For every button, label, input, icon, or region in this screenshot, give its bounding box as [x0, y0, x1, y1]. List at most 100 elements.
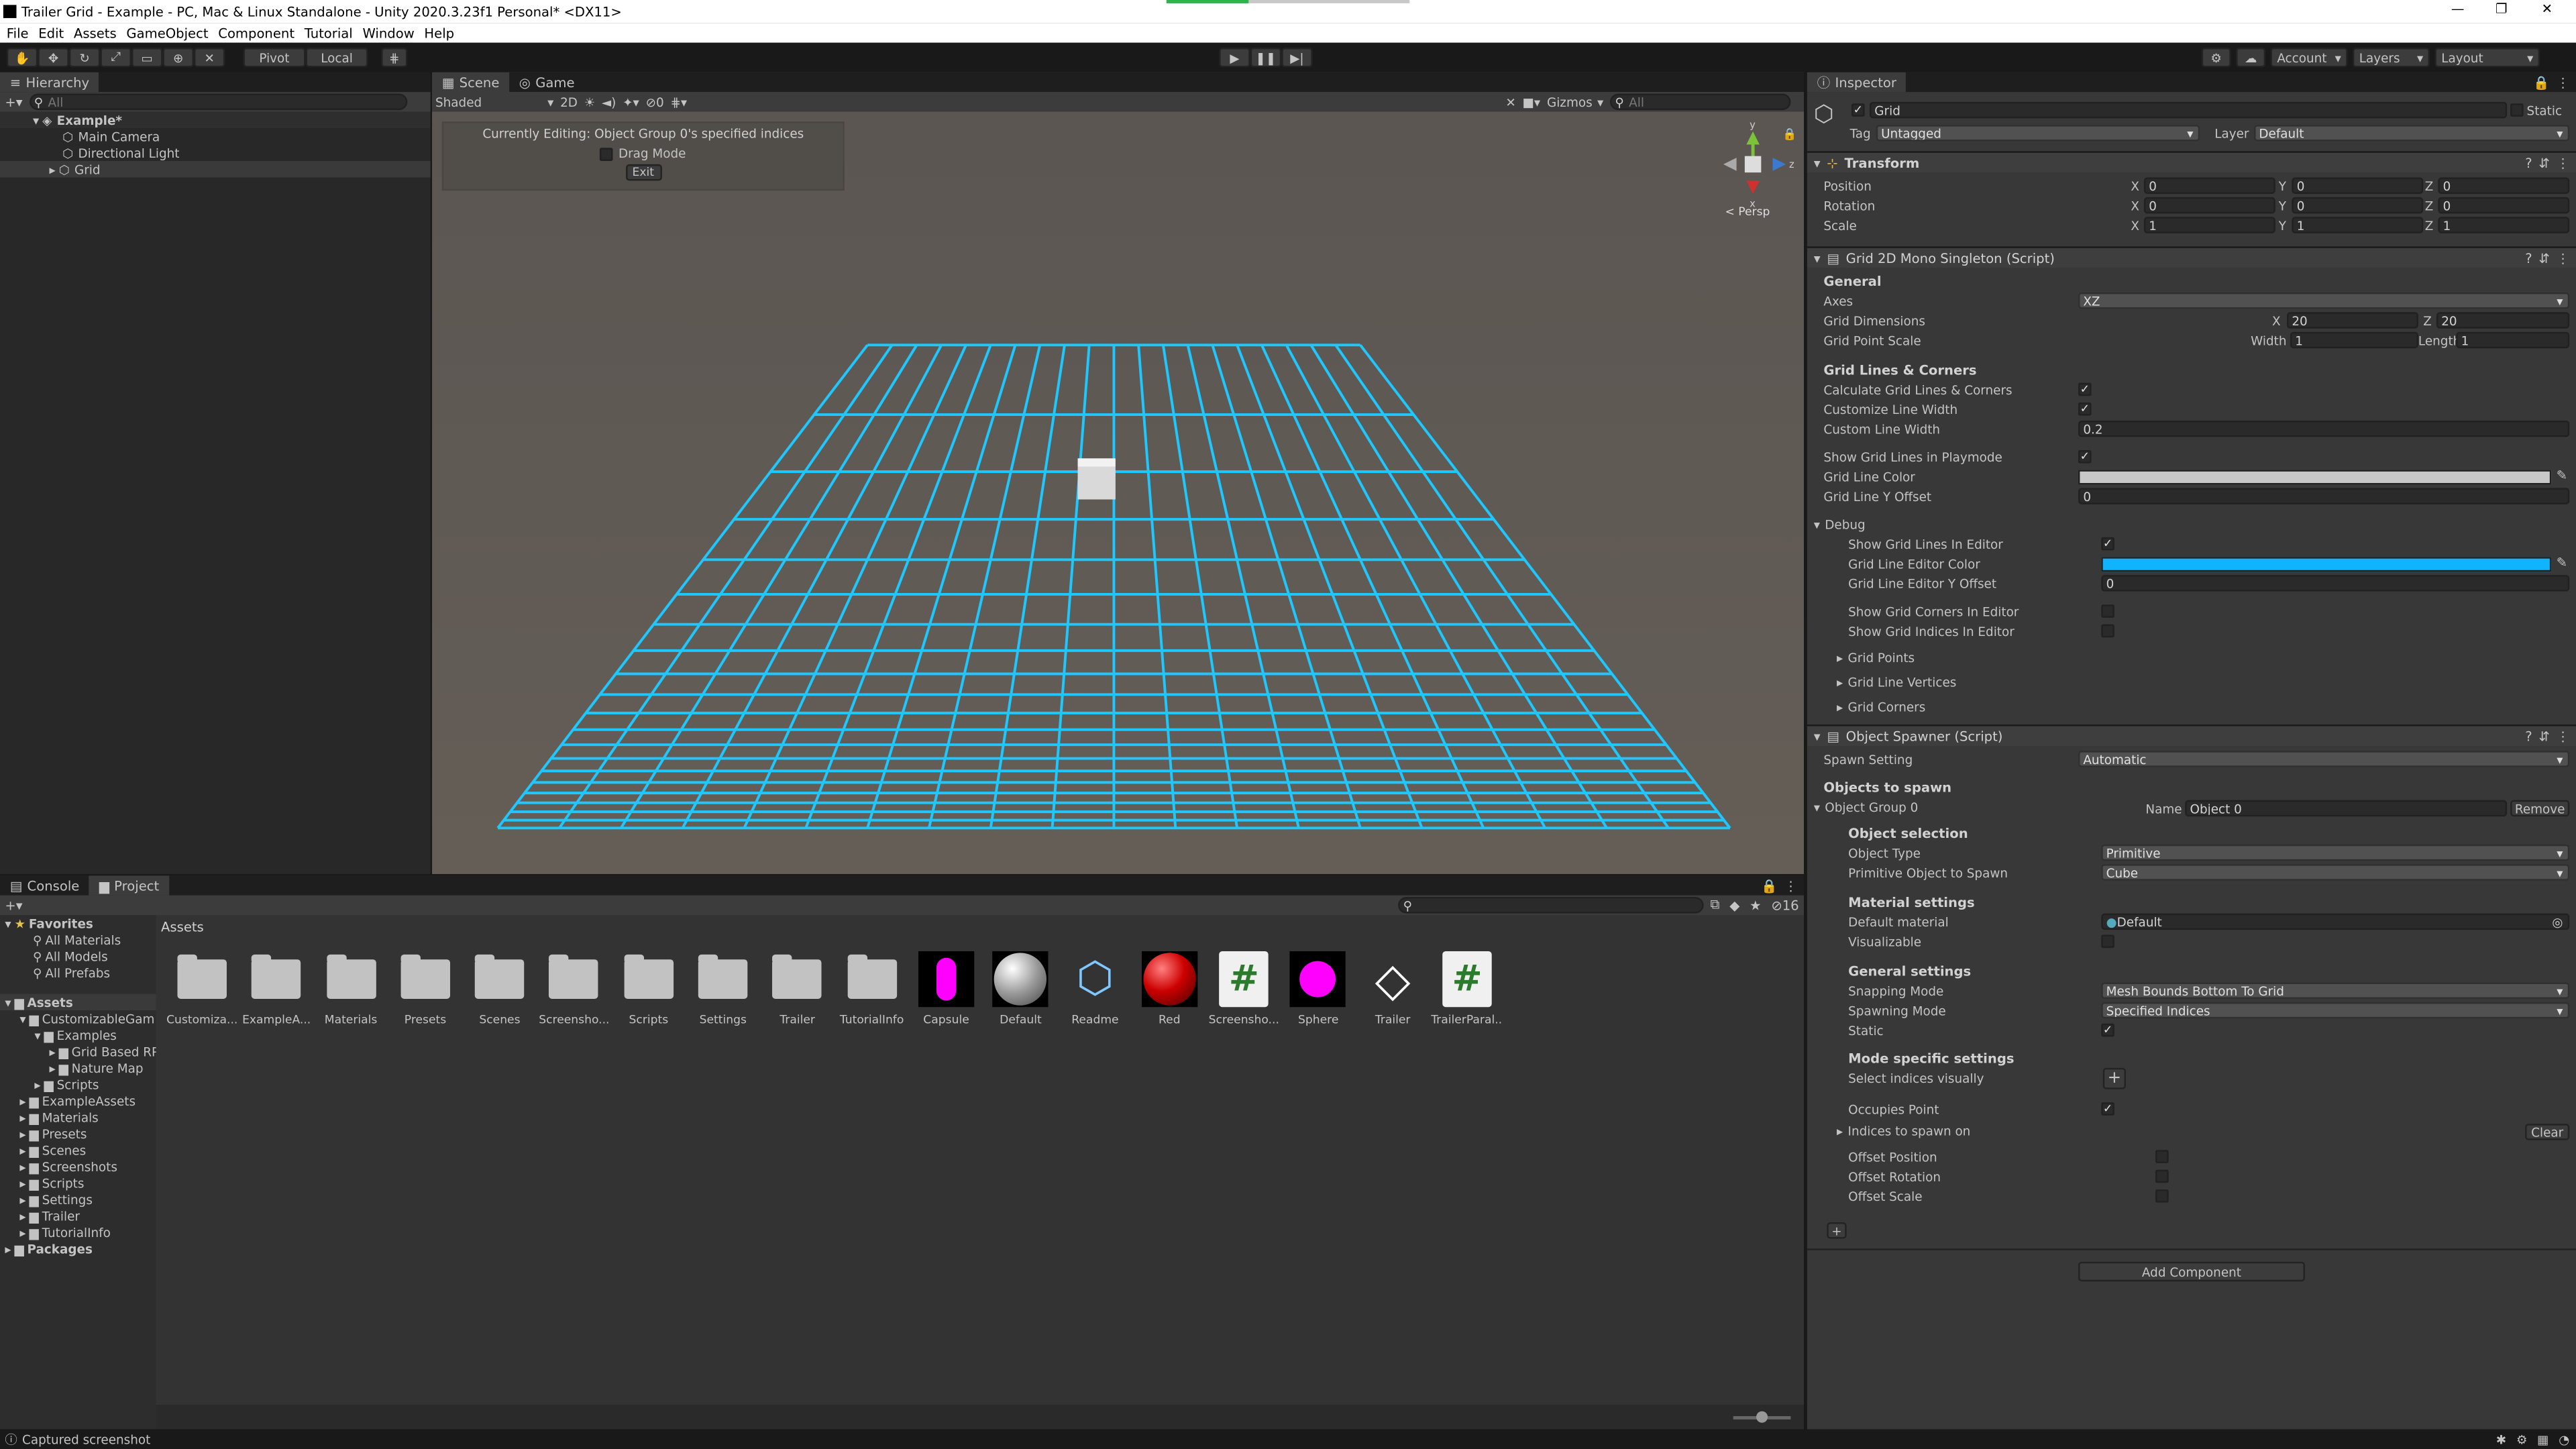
shading-dropdown[interactable]: Shaded ▾ — [435, 95, 553, 109]
tree-item[interactable]: ▸ ▆ TutorialInfo — [0, 1224, 156, 1240]
minimize-icon[interactable]: — — [2451, 1, 2465, 16]
asset-item[interactable]: Settings — [687, 951, 759, 1027]
asset-item[interactable]: Materials — [315, 951, 387, 1027]
pause-button[interactable]: ❚❚ — [1250, 48, 1282, 68]
asset-item[interactable]: Scripts — [612, 951, 685, 1027]
editor-color-swatch[interactable] — [2101, 557, 2552, 572]
eyedropper-icon[interactable]: ✎ — [2557, 468, 2567, 483]
scene-orientation-gizmo[interactable]: y z x 🔒 — [1717, 121, 1799, 213]
static-setting-checkbox[interactable]: ✓ — [2101, 1023, 2114, 1037]
hierarchy-item-grid[interactable]: ▸ ⬡ Grid — [0, 161, 431, 178]
menu-tutorial[interactable]: Tutorial — [305, 25, 353, 40]
favorite-item[interactable]: ⚲ All Prefabs — [0, 965, 156, 981]
network-icon[interactable]: ▦ — [2537, 1432, 2548, 1446]
menu-gameobject[interactable]: GameObject — [126, 25, 208, 40]
tree-item[interactable]: ▸ ▆ Scenes — [0, 1142, 156, 1158]
spawn-setting-dropdown[interactable]: Automatic ▾ — [2078, 751, 2570, 767]
eyedropper-icon[interactable]: ✎ — [2557, 555, 2567, 570]
transform-tool-icon[interactable]: ⊕ — [162, 48, 194, 68]
favorite-icon[interactable]: ★ — [1750, 898, 1762, 912]
preset-icon[interactable]: ⇵ — [2538, 729, 2549, 743]
object-type-dropdown[interactable]: Primitive ▾ — [2101, 844, 2570, 861]
custom-tool-icon[interactable]: ✕ — [193, 48, 225, 68]
search-by-label-icon[interactable]: ◆ — [1729, 898, 1739, 912]
menu-window[interactable]: Window — [362, 25, 414, 40]
assets-root-row[interactable]: ▾ ▆ Assets — [0, 994, 156, 1011]
select-visually-button[interactable]: + — [2102, 1067, 2127, 1089]
asset-item[interactable]: TutorialInfo — [836, 951, 908, 1027]
remove-button[interactable]: Remove — [2510, 800, 2570, 817]
asset-item[interactable]: ◇ Trailer — [1356, 951, 1429, 1026]
add-icon[interactable]: +▾ — [5, 95, 22, 109]
tree-item[interactable]: ▾ ▆ Examples — [0, 1027, 156, 1043]
scene-row[interactable]: ▾ ◈ Example* — [0, 111, 431, 129]
asset-item[interactable]: Default — [985, 951, 1057, 1027]
indices-foldout[interactable]: ▸ Indices to spawn on — [1837, 1124, 1970, 1138]
cloud-icon[interactable]: ☁ — [2236, 48, 2266, 68]
persp-label[interactable]: < Persp — [1725, 205, 1770, 219]
more-icon[interactable]: ⋮ — [1784, 878, 1798, 893]
tree-item[interactable]: ▸ ▆ Grid Based RP — [0, 1043, 156, 1059]
icon-size-slider[interactable] — [1733, 1411, 1791, 1423]
move-tool-icon[interactable]: ✥ — [38, 48, 69, 68]
tree-item[interactable]: ▸ ▆ Nature Map — [0, 1060, 156, 1076]
effects-icon[interactable]: ✦▾ — [623, 95, 639, 109]
hidden-packages-icon[interactable]: ⊘ — [1771, 898, 1782, 912]
spawner-header[interactable]: ▾ ▤ Object Spawner (Script)? ⇵ ⋮ — [1807, 724, 2576, 746]
menu-edit[interactable]: Edit — [38, 25, 64, 40]
favorites-row[interactable]: ▾ ★ Favorites — [0, 915, 156, 931]
calculate-lines-checkbox[interactable]: ✓ — [2078, 382, 2092, 396]
step-button[interactable]: ▶| — [1281, 48, 1313, 68]
assets-breadcrumb[interactable]: Assets — [161, 920, 204, 934]
layer-dropdown[interactable]: Default ▾ — [2254, 125, 2570, 142]
pivot-button[interactable]: Pivot — [243, 48, 306, 68]
custom-width-field[interactable]: 0.2 — [2078, 420, 2570, 437]
collab-icon[interactable]: ⚙ — [2201, 48, 2231, 68]
transform-z-field[interactable]: 0 — [2438, 177, 2570, 194]
hand-tool-icon[interactable]: ✋ — [6, 48, 38, 68]
scene-search-input[interactable]: ⚲ All — [1610, 93, 1791, 111]
object-picker-icon[interactable]: ◎ — [2552, 915, 2563, 928]
hierarchy-search-input[interactable]: ⚲ All — [29, 93, 407, 111]
local-button[interactable]: Local — [305, 48, 368, 68]
grid-snap-icon[interactable]: ⋕ — [381, 48, 408, 68]
transform-y-field[interactable]: 0 — [2292, 177, 2424, 194]
tab-hierarchy[interactable]: ≡ Hierarchy — [0, 72, 99, 93]
help-icon[interactable]: ? — [2525, 729, 2532, 743]
help-icon[interactable]: ? — [2525, 250, 2532, 265]
show-indices-checkbox[interactable] — [2101, 624, 2114, 638]
toggle-2d-button[interactable]: 2D — [560, 95, 578, 109]
drag-mode-checkbox[interactable] — [600, 147, 614, 160]
spawning-mode-dropdown[interactable]: Specified Indices ▾ — [2101, 1002, 2570, 1019]
asset-item[interactable]: Scenes — [464, 951, 536, 1027]
offset-position-checkbox[interactable] — [2155, 1150, 2169, 1163]
scene-viewport[interactable] — [432, 111, 1805, 874]
play-button[interactable]: ▶ — [1219, 48, 1250, 68]
tab-console[interactable]: ▤ Console — [0, 875, 89, 895]
grid-toggle-icon[interactable]: ⋕▾ — [670, 95, 687, 109]
object-name-field[interactable]: Grid — [1869, 101, 2508, 119]
add-component-button[interactable]: Add Component — [2078, 1261, 2305, 1282]
tab-project[interactable]: ▆ Project — [89, 875, 169, 896]
asset-item[interactable]: Screensho... — [538, 951, 610, 1027]
dim-z-field[interactable]: 20 — [2436, 312, 2570, 329]
asset-item[interactable]: # TrailerParal... — [1431, 951, 1503, 1027]
audio-icon[interactable]: ◄) — [602, 95, 616, 109]
transform-x-field[interactable]: 0 — [2143, 197, 2275, 214]
show-editor-checkbox[interactable]: ✓ — [2101, 537, 2114, 551]
project-search-input[interactable]: ⚲ — [1398, 897, 1704, 914]
more-icon[interactable]: ⋮ — [2557, 155, 2570, 170]
more-icon[interactable]: ⋮ — [2557, 74, 2570, 89]
asset-item[interactable]: ExampleA... — [240, 951, 313, 1027]
asset-item[interactable]: # Screensho... — [1208, 951, 1280, 1027]
line-color-swatch[interactable] — [2078, 470, 2552, 485]
more-icon[interactable]: ⋮ — [2557, 250, 2570, 265]
favorite-item[interactable]: ⚲ All Models — [0, 948, 156, 964]
help-icon[interactable]: ? — [2525, 155, 2532, 170]
tree-item[interactable]: ▸ ▆ Scripts — [0, 1076, 156, 1092]
axes-dropdown[interactable]: XZ ▾ — [2078, 292, 2570, 309]
show-corners-checkbox[interactable] — [2101, 604, 2114, 618]
asset-item[interactable]: Capsule — [910, 951, 983, 1027]
default-material-field[interactable]: ●Default ◎ — [2101, 913, 2570, 930]
tree-item[interactable]: ▸ ▆ Screenshots — [0, 1159, 156, 1175]
